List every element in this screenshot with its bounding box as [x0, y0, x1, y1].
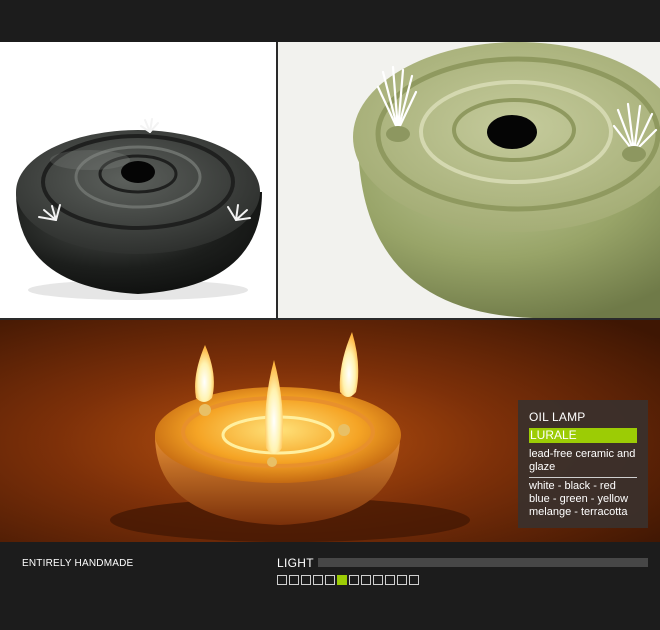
gallery-page-button[interactable] — [373, 575, 383, 585]
gallery-page-button[interactable] — [361, 575, 371, 585]
color-line: white - black - red — [529, 480, 616, 492]
gallery-page-button[interactable] — [385, 575, 395, 585]
product-info-panel: OIL LAMP LURALE lead-free ceramic and gl… — [518, 400, 648, 528]
black-lamp-photo — [0, 42, 276, 318]
green-lamp-photo — [278, 42, 660, 318]
gallery-page-button[interactable] — [301, 575, 311, 585]
gallery-page-button[interactable] — [325, 575, 335, 585]
gallery-page-button[interactable] — [349, 575, 359, 585]
gallery-page-button[interactable] — [397, 575, 407, 585]
product-name: LURALE — [529, 428, 637, 443]
gallery-page-button[interactable] — [337, 575, 347, 585]
info-divider — [529, 477, 637, 478]
product-description: lead-free ceramic and glaze — [529, 448, 636, 473]
gallery-title: LIGHT — [277, 556, 314, 570]
gallery-page-button[interactable] — [277, 575, 287, 585]
gallery-page-button[interactable] — [313, 575, 323, 585]
footer-bar: ENTIRELY HANDMADE LIGHT — [0, 542, 660, 630]
product-category: OIL LAMP — [529, 410, 586, 424]
tagline: ENTIRELY HANDMADE — [22, 558, 134, 569]
color-line: blue - green - yellow — [529, 493, 629, 505]
color-line: melange - terracotta — [529, 506, 628, 518]
gallery-progress-bar — [318, 558, 648, 567]
top-bar — [0, 0, 660, 42]
gallery-page-button[interactable] — [409, 575, 419, 585]
color-options: white - black - red blue - green - yello… — [529, 480, 647, 519]
gallery-page-button[interactable] — [289, 575, 299, 585]
